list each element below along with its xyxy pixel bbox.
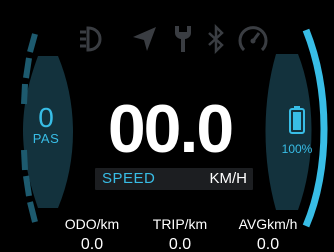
battery-icon [289,106,305,134]
battery-fill [293,112,301,130]
speed-label-bar: SPEED KM/H [95,168,253,190]
odo-label: ODO [64,216,97,232]
status-icon-row [0,24,334,58]
pas-level: 0 [38,102,54,133]
pas-indicator: 0 PAS [18,104,74,146]
odo-unit: /km [96,216,120,232]
speed-label: SPEED [102,170,156,187]
trip-unit: /km [184,216,208,232]
wrench-icon [175,26,191,52]
headlight-icon [80,26,102,52]
speed-unit: KM/H [209,170,248,187]
bluetooth-icon [208,24,224,54]
avg-unit: km/h [267,216,298,232]
speed-value: 00.0 [107,91,234,167]
navigation-icon [133,27,156,51]
odo-stat: ODO/km 0.0 [52,216,132,252]
pas-label: PAS [32,131,60,146]
avg-stat: AVGkm/h 0.0 [228,216,308,252]
battery-percent: 100% [281,142,313,156]
speedometer-icon [238,26,268,52]
trip-label: TRIP [152,216,185,232]
trip-value: 0.0 [168,236,192,252]
avg-value: 0.0 [256,236,280,252]
trip-stat: TRIP/km 0.0 [140,216,220,252]
battery-indicator: 100% [272,106,322,156]
odo-value: 0.0 [80,236,104,252]
avg-label: AVG [238,216,268,232]
bike-display-screen: 0 PAS 00.0 SPEED KM/H 100% ODO/km 0.0 TR… [0,0,334,252]
